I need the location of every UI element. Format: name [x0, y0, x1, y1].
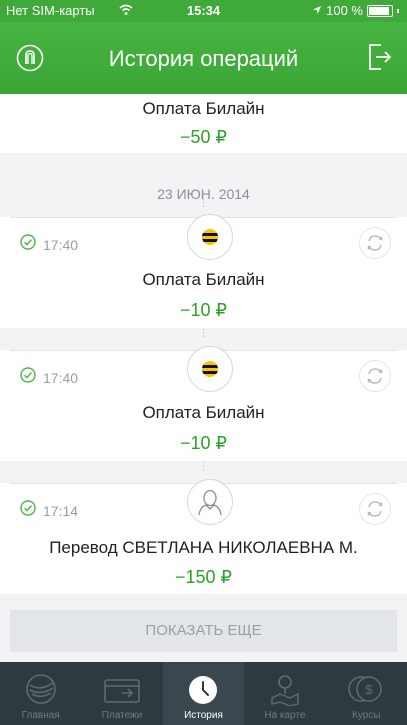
beeline-logo-icon	[187, 346, 233, 392]
repeat-payment-button[interactable]	[359, 360, 391, 392]
location-arrow-icon	[312, 3, 322, 18]
home-icon	[25, 674, 56, 704]
tab-payments[interactable]: Платежи	[81, 662, 162, 725]
check-circle-icon	[20, 234, 36, 255]
tab-history[interactable]: История	[162, 662, 245, 725]
beeline-logo-icon	[187, 214, 233, 260]
battery-percent: 100 %	[326, 3, 363, 18]
navigation-bar: История операций	[0, 22, 407, 94]
map-pin-icon	[271, 675, 299, 706]
svg-text:$: $	[366, 682, 374, 697]
tab-label: Курсы	[352, 710, 381, 721]
clock-icon	[189, 676, 218, 704]
operation-name: Оплата Билайн	[142, 99, 265, 118]
tab-label: Платежи	[101, 710, 143, 721]
operation-amount: −10 ₽	[180, 300, 227, 320]
operation-name: Оплата Билайн	[142, 270, 265, 289]
status-bar: Нет SIM-карты 15:34 100 %	[0, 0, 407, 22]
page-title: История операций	[108, 46, 299, 71]
battery-icon	[367, 4, 393, 17]
tab-home[interactable]: Главная	[0, 662, 81, 725]
time-label: 17:40	[43, 369, 79, 386]
tab-rates[interactable]: $ Курсы	[326, 662, 407, 725]
tab-label: На карте	[264, 710, 306, 721]
currency-icon: $	[348, 676, 382, 702]
operation-amount: −10 ₽	[180, 433, 227, 453]
tab-label: История	[184, 710, 223, 721]
tab-bar: Главная Платежи История На карте $ Курсы	[0, 662, 407, 725]
operations-list: Оплата Билайн −50 ₽ 23 ИЮН. 2014 ⋮ 17:40…	[0, 94, 407, 662]
timeline-connector: ⋮	[198, 328, 209, 339]
operation-amount: −50 ₽	[180, 127, 227, 147]
time-label: 17:40	[43, 236, 79, 253]
show-more-button[interactable]: ПОКАЗАТЬ ЕЩЕ	[10, 610, 397, 652]
operation-time: 17:40	[20, 234, 78, 255]
person-avatar-icon	[187, 479, 233, 525]
repeat-payment-button[interactable]	[359, 227, 391, 259]
repeat-payment-button[interactable]	[359, 493, 391, 525]
tab-map[interactable]: На карте	[244, 662, 325, 725]
operation-time: 17:14	[20, 500, 78, 521]
operation-name: Оплата Билайн	[142, 403, 265, 422]
tab-label: Главная	[21, 710, 60, 721]
logout-icon[interactable]	[367, 42, 393, 72]
operation-time: 17:40	[20, 367, 78, 388]
check-circle-icon	[20, 367, 36, 388]
operation-name: Перевод СВЕТЛАНА НИКОЛАЕВНА М.	[49, 538, 358, 557]
timeline-connector: ⋮	[198, 461, 209, 472]
timeline-connector: ⋮	[198, 198, 209, 209]
check-circle-icon	[20, 500, 36, 521]
operation-amount: −150 ₽	[175, 567, 232, 587]
payments-icon	[104, 679, 140, 703]
time-label: 17:14	[43, 502, 79, 519]
battery-indicator: 100 %	[312, 3, 399, 18]
